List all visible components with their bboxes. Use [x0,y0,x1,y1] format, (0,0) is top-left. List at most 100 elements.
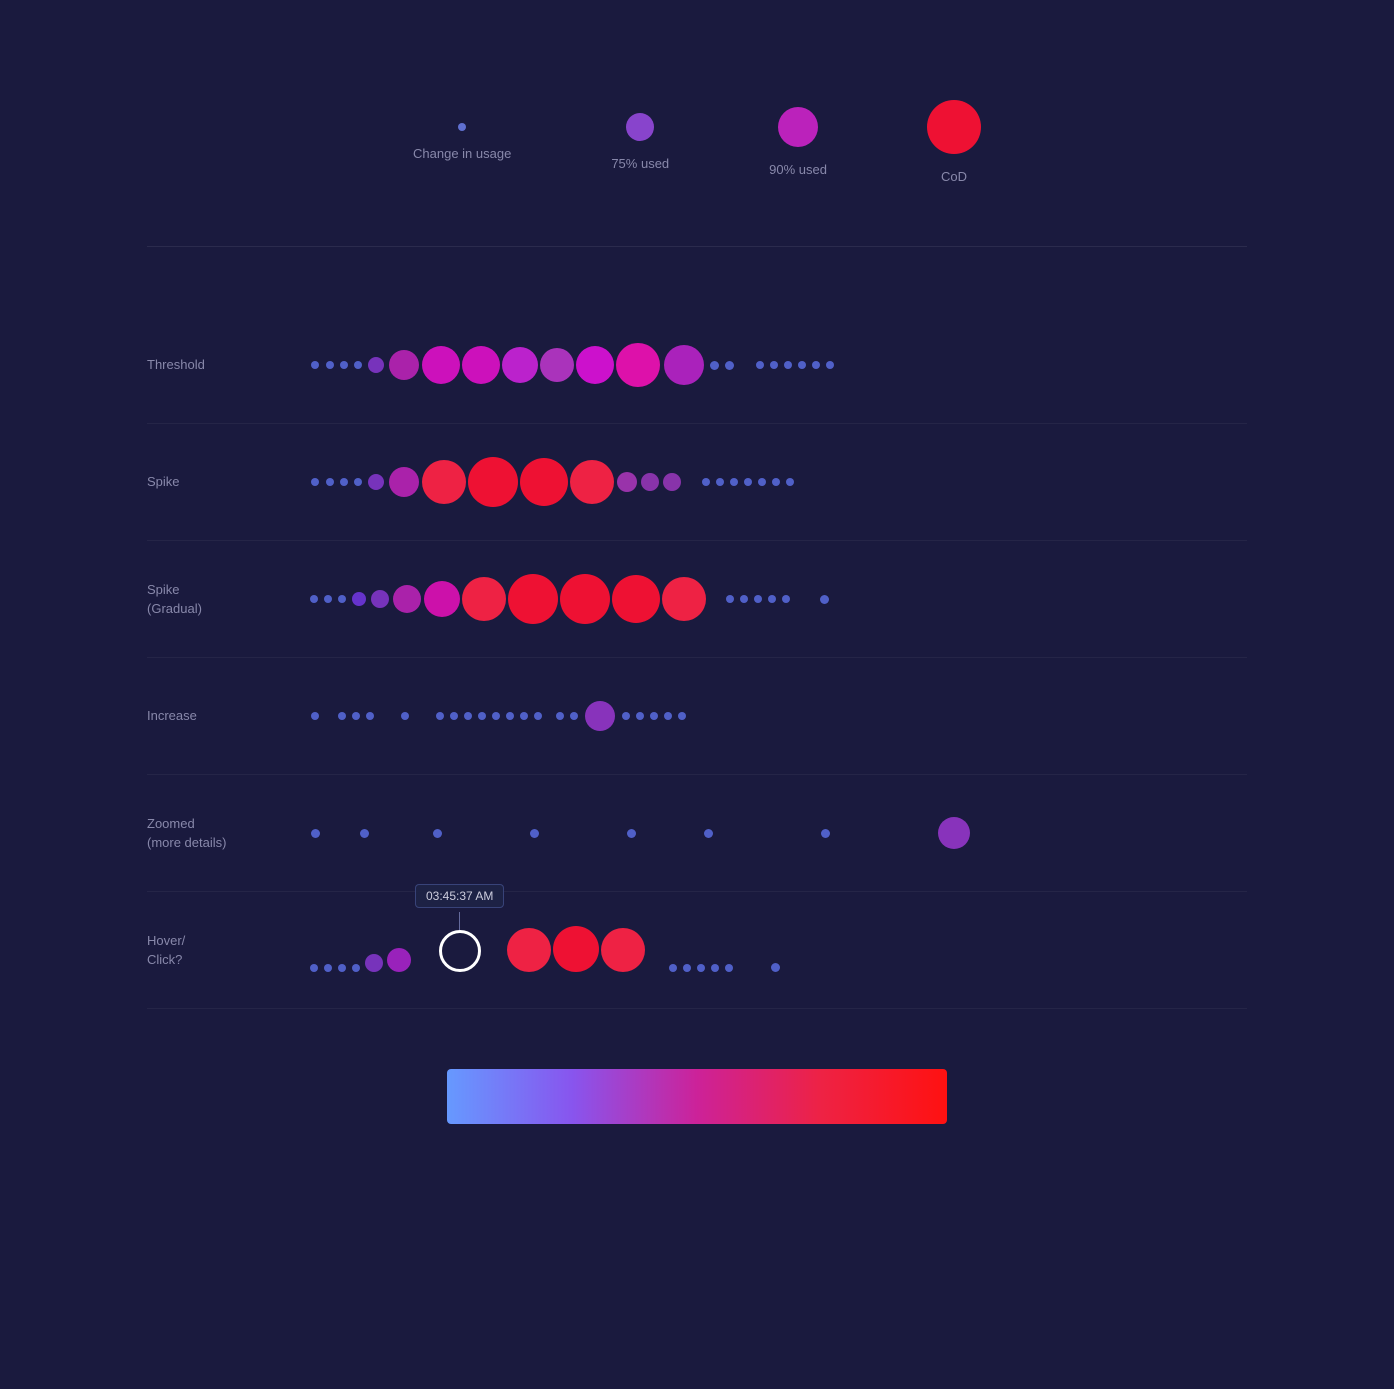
dot [311,361,319,369]
dot [368,357,384,373]
dot [338,964,346,972]
dot [754,595,762,603]
dot [570,460,614,504]
dot [768,595,776,603]
dot [520,712,528,720]
dot [798,361,806,369]
legend-90-dot [778,107,818,147]
dot [938,817,970,849]
dot [784,361,792,369]
legend-change-label: Change in usage [413,145,511,163]
dot [758,478,766,486]
dot [468,457,518,507]
dot [627,829,636,838]
dot [422,460,466,504]
legend-cod-label: CoD [941,168,967,186]
dot [310,964,318,972]
dot [462,346,500,384]
dot [389,350,419,380]
dot [617,472,637,492]
zoomed-track [307,803,1247,863]
hover-track: 03:45:37 AM [307,920,1247,980]
dot [622,712,630,720]
dot [436,712,444,720]
dot [506,712,514,720]
hover-label: Hover/Click? [147,931,307,970]
dot [401,712,409,720]
dot [338,595,346,603]
dot [530,829,539,838]
dot [492,712,500,720]
spike-row: Spike [147,424,1247,541]
dot [310,595,318,603]
dot [683,964,691,972]
dot [770,361,778,369]
increase-track [307,686,1247,746]
legend-90-label: 90% used [769,161,827,179]
dot [560,574,610,624]
legend-change-dot [458,123,466,131]
dot [366,712,374,720]
dot [352,592,366,606]
dot [704,829,713,838]
dot [311,712,319,720]
dot [462,577,506,621]
dot [725,964,733,972]
dot [478,712,486,720]
hover-selected-dot[interactable] [439,930,481,972]
dot [740,595,748,603]
legend-75-dot [626,113,654,141]
threshold-track [307,335,1247,395]
legend-section: Change in usage 75% used 90% used CoD [147,60,1247,247]
dot [365,954,383,972]
dot [612,575,660,623]
spike-gradual-track [307,569,1247,629]
tooltip-box: 03:45:37 AM [415,884,504,908]
legend-change: Change in usage [413,123,511,163]
dot [360,829,369,838]
dot [641,473,659,491]
tooltip-container[interactable]: 03:45:37 AM [415,884,504,972]
dot [725,361,734,370]
dot [669,964,677,972]
dot [433,829,442,838]
dot [502,347,538,383]
chart-rows: Threshold [147,307,1247,1009]
dot [354,361,362,369]
spike-label: Spike [147,472,307,492]
dot [324,595,332,603]
hover-row[interactable]: Hover/Click? 03:45:37 AM [147,892,1247,1009]
dot [601,928,645,972]
dot [311,478,319,486]
dot [340,361,348,369]
dot [663,473,681,491]
dot [662,577,706,621]
dot [771,963,780,972]
dot [730,478,738,486]
dot [508,574,558,624]
dot [812,361,820,369]
legend-cod-dot [927,100,981,154]
dot [352,964,360,972]
dot [389,467,419,497]
legend-75-label: 75% used [611,155,669,173]
dot [664,712,672,720]
dot [786,478,794,486]
legend-90: 90% used [769,107,827,179]
threshold-label: Threshold [147,355,307,375]
increase-label: Increase [147,706,307,726]
dot [636,712,644,720]
dot [464,712,472,720]
legend-cod: CoD [927,100,981,186]
dot [576,346,614,384]
dot [664,345,704,385]
dot [570,712,578,720]
dot [744,478,752,486]
spike-gradual-row: Spike(Gradual) [147,541,1247,658]
gradient-section [147,1069,1247,1124]
tooltip-line [459,912,460,930]
dot [711,964,719,972]
threshold-row: Threshold [147,307,1247,424]
dot [756,361,764,369]
dot [716,478,724,486]
